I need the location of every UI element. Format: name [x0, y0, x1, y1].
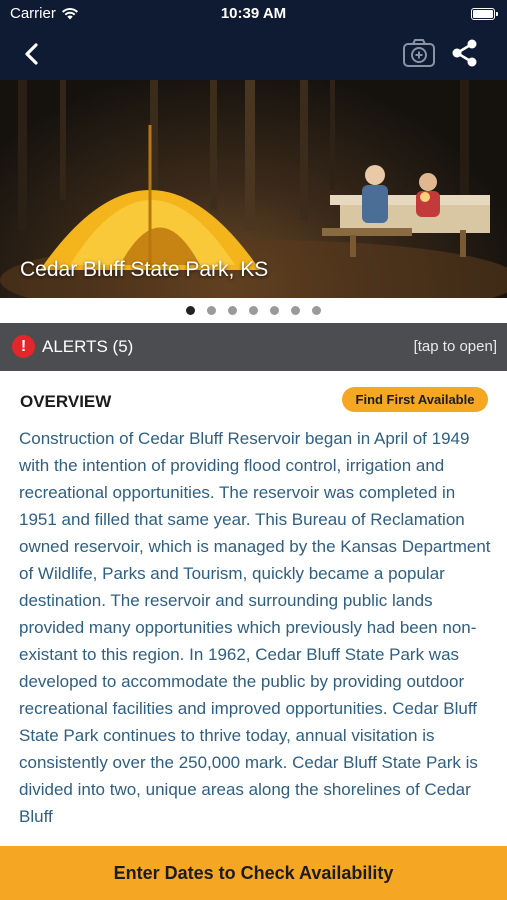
page-dot[interactable]	[270, 305, 279, 315]
nav-bar	[0, 28, 507, 80]
clock: 10:39 AM	[220, 5, 287, 22]
overview-header: OVERVIEW Find First Available	[0, 381, 507, 421]
overview-description: Construction of Cedar Bluff Reservoir be…	[19, 429, 491, 826]
page-dot[interactable]	[249, 305, 258, 315]
park-title: Cedar Bluff State Park, KS	[20, 258, 269, 281]
page-dot[interactable]	[291, 305, 300, 315]
alerts-bar[interactable]: ! ALERTS (5) [tap to open]	[0, 323, 507, 371]
share-icon[interactable]	[451, 38, 479, 68]
hero-photo[interactable]: Cedar Bluff State Park, KS	[0, 80, 507, 298]
page-dot[interactable]	[312, 305, 321, 315]
alert-icon: !	[12, 335, 35, 358]
alerts-label: ALERTS (5)	[42, 337, 134, 356]
page-dot[interactable]	[207, 305, 216, 315]
overview-heading: OVERVIEW	[20, 392, 112, 411]
check-availability-button[interactable]: Enter Dates to Check Availability	[0, 846, 507, 900]
alerts-hint: [tap to open]	[413, 338, 497, 355]
chevron-left-icon[interactable]	[18, 40, 48, 68]
find-first-available-button[interactable]: Find First Available	[342, 387, 488, 412]
carousel-page-indicator[interactable]	[0, 298, 507, 322]
camera-plus-icon[interactable]	[402, 38, 436, 68]
status-bar: Carrier 10:39 AM	[0, 0, 507, 28]
battery-icon	[471, 8, 498, 20]
page-dot-active[interactable]	[186, 305, 195, 315]
page-dot[interactable]	[228, 305, 237, 315]
